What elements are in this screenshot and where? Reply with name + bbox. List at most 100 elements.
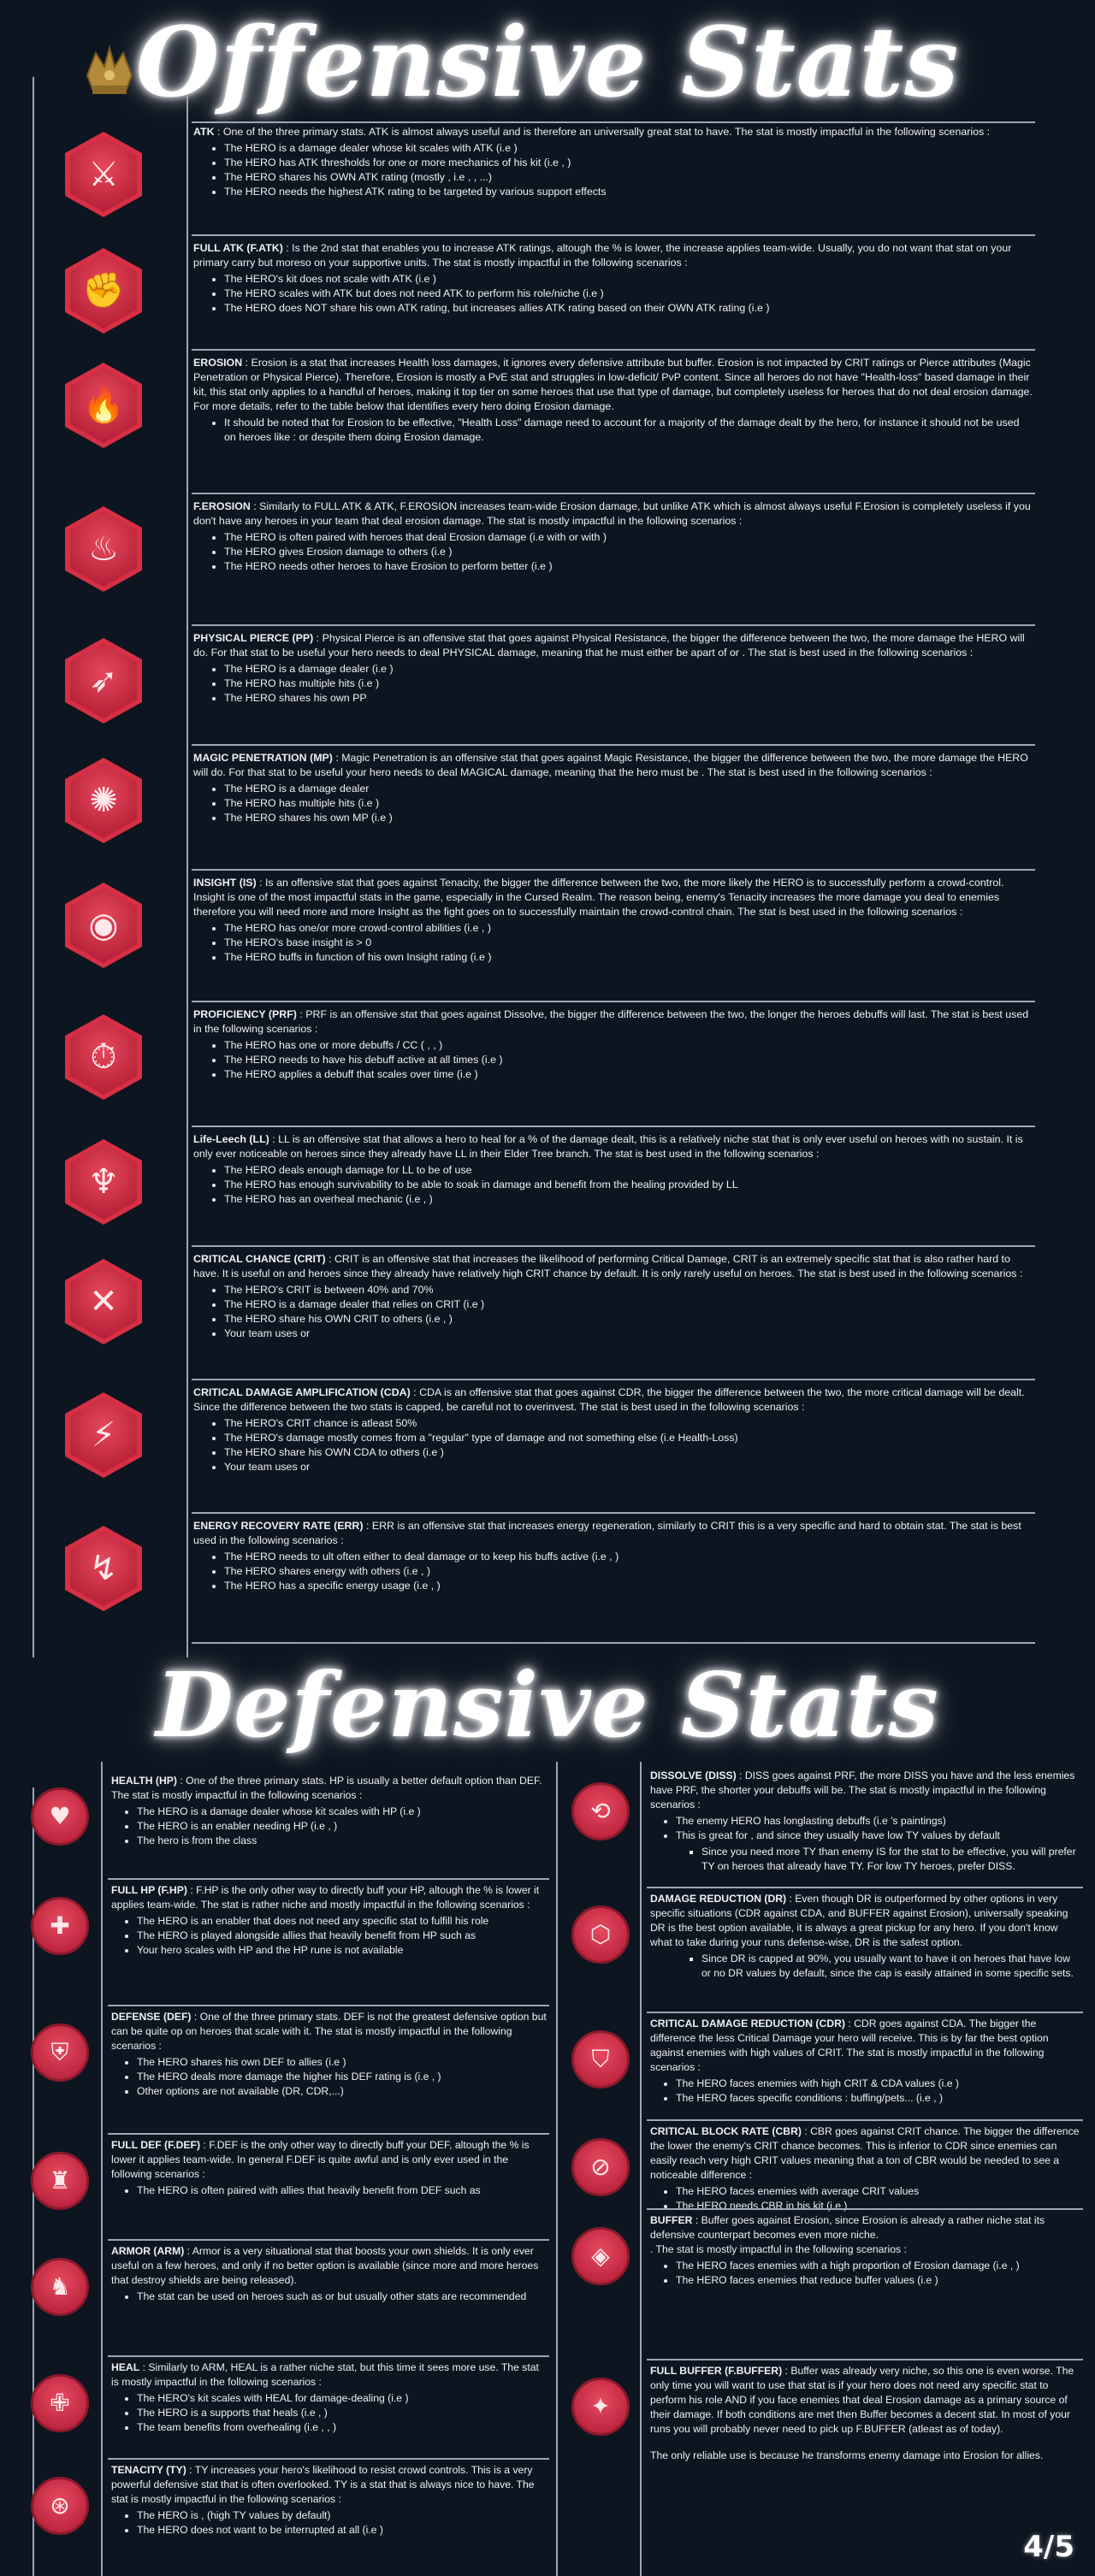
sub-scenario-list: Since DR is capped at 90%, you usually w… <box>676 1952 1081 1981</box>
crit-damage-reduction-icon: ⛉ <box>571 2030 630 2089</box>
scenario-list: The HERO is an enabler that does not nee… <box>111 1914 548 1958</box>
scenario-item: The HERO's damage mostly comes from a "r… <box>224 1431 1033 1445</box>
stat-desc-text: Similarly to ARM, HEAL is a rather niche… <box>111 2361 539 2388</box>
stat-description: F.EROSION : Similarly to FULL ATK & ATK,… <box>193 499 1033 529</box>
stat-description: CRITICAL BLOCK RATE (CBR) : CBR goes aga… <box>650 2124 1081 2183</box>
stat-name: DEFENSE (DEF) <box>111 2011 192 2023</box>
section-divider <box>192 1245 1035 1247</box>
scenario-item: The HERO faces enemies that reduce buffe… <box>676 2273 1081 2288</box>
stat-name: ATK <box>193 126 215 138</box>
scenario-item: The HERO has ATK thresholds for one or m… <box>224 156 1033 170</box>
scenario-item: Since DR is capped at 90%, you usually w… <box>676 1952 1081 1981</box>
stat-description: FULL HP (F.HP) : F.HP is the only other … <box>111 1883 548 1912</box>
name-separator: : <box>186 2464 195 2476</box>
scenario-list: The HERO needs to ult often either to de… <box>193 1550 1033 1593</box>
scenario-item: The HERO has an overheal mechanic (i.e ,… <box>224 1192 1033 1207</box>
section-divider <box>108 2458 549 2460</box>
stat-description: BUFFER : Buffer goes against Erosion, si… <box>650 2213 1081 2242</box>
stat-entry: DISSOLVE (DISS) : DISS goes against PRF,… <box>650 1769 1081 1874</box>
scenario-item: The HERO faces enemies with high CRIT & … <box>676 2077 1081 2091</box>
scenario-item: The HERO share his OWN CRIT to others (i… <box>224 1312 1033 1326</box>
section-divider <box>192 234 1035 236</box>
stat-desc-text: PRF is an offensive stat that goes again… <box>193 1008 1029 1035</box>
stat-extra-text: . The stat is mostly impactful in the fo… <box>650 2243 907 2255</box>
stat-name: FULL ATK (F.ATK) <box>193 242 283 254</box>
stat-name: MAGIC PENETRATION (MP) <box>193 752 333 764</box>
scenario-list: The HERO's kit does not scale with ATK (… <box>193 272 1033 316</box>
scenario-item: The HERO shares his OWN ATK rating (most… <box>224 170 1033 185</box>
defensive-stats-title: Defensive Stats <box>156 1652 939 1758</box>
stat-entry: Life-Leech (LL) : LL is an offensive sta… <box>193 1132 1033 1207</box>
stat-name: CRITICAL DAMAGE AMPLIFICATION (CDA) <box>193 1386 411 1398</box>
stat-desc-text: LL is an offensive stat that allows a he… <box>193 1133 1023 1160</box>
scenario-item: The team benefits from overhealing (i.e … <box>137 2420 548 2435</box>
scenario-item: The stat can be used on heroes such as o… <box>137 2289 548 2304</box>
name-separator: : <box>256 877 265 889</box>
stat-description: EROSION : Erosion is a stat that increas… <box>193 356 1033 414</box>
scenario-item: The HERO is often paired with heroes tha… <box>224 530 1033 545</box>
scenario-item: It should be noted that for Erosion to b… <box>224 416 1033 445</box>
stat-entry: PROFICIENCY (PRF) : PRF is an offensive … <box>193 1007 1033 1082</box>
scenario-item: The enemy HERO has longlasting debuffs (… <box>676 1814 1081 1829</box>
stat-name: FULL DEF (F.DEF) <box>111 2139 201 2151</box>
scenario-item: The HERO deals enough damage for LL to b… <box>224 1163 1033 1178</box>
scenario-item: The HERO is a damage dealer whose kit sc… <box>137 1805 548 1819</box>
scenario-item: The HERO faces specific conditions : buf… <box>676 2091 1081 2106</box>
scenario-item: The HERO's kit does not scale with ATK (… <box>224 272 1033 287</box>
offensive-stats-title: Offensive Stats <box>135 7 960 119</box>
scenario-item: The HERO faces enemies with average CRIT… <box>676 2184 1081 2199</box>
name-separator: : <box>191 2011 200 2023</box>
section-divider <box>647 2208 1083 2210</box>
stat-entry: PHYSICAL PIERCE (PP) : Physical Pierce i… <box>193 631 1033 706</box>
name-separator: : <box>363 1520 372 1532</box>
section-divider <box>192 1126 1035 1127</box>
stat-entry: EROSION : Erosion is a stat that increas… <box>193 356 1033 445</box>
name-separator: : <box>214 126 223 138</box>
sub-scenario-item: Since you need more TY than enemy IS for… <box>701 1845 1081 1874</box>
stat-note: The only reliable use is because he tran… <box>650 2449 1044 2461</box>
energy-recovery-icon: ↯ <box>65 1526 142 1611</box>
stat-desc-text: Is an offensive stat that goes against T… <box>193 877 1004 918</box>
stat-entry: F.EROSION : Similarly to FULL ATK & ATK,… <box>193 499 1033 574</box>
stat-name: CRITICAL CHANCE (CRIT) <box>193 1253 326 1265</box>
scenario-item: The HERO's CRIT is between 40% and 70% <box>224 1283 1033 1297</box>
stat-entry: FULL HP (F.HP) : F.HP is the only other … <box>111 1883 548 1958</box>
stat-entry: INSIGHT (IS) : Is an offensive stat that… <box>193 876 1033 965</box>
stat-description: FULL ATK (F.ATK) : Is the 2nd stat that … <box>193 241 1033 270</box>
stat-entry: ARMOR (ARM) : Armor is a very situationa… <box>111 2244 548 2304</box>
offensive-left-rule <box>33 77 34 1657</box>
crit-block-icon: ⊘ <box>571 2138 630 2196</box>
section-divider <box>192 1001 1035 1002</box>
scenario-list: The HERO faces enemies with high CRIT & … <box>650 2077 1081 2106</box>
section-divider <box>192 744 1035 746</box>
section-divider <box>108 2355 549 2357</box>
stat-description: DEFENSE (DEF) : One of the three primary… <box>111 2010 548 2053</box>
heal-icon: ✙ <box>31 2374 89 2432</box>
sub-scenario-item: Since DR is capped at 90%, you usually w… <box>701 1952 1081 1981</box>
stat-name: PROFICIENCY (PRF) <box>193 1008 297 1020</box>
stat-desc-text: Buffer goes against Erosion, since Erosi… <box>650 2214 1045 2241</box>
name-separator: : <box>186 1884 197 1896</box>
full-hp-icon: ✚ <box>31 1897 89 1955</box>
stat-entry: CRITICAL DAMAGE AMPLIFICATION (CDA) : CD… <box>193 1385 1033 1474</box>
helmet-logo-icon <box>86 44 133 94</box>
sub-scenario-list: Since you need more TY than enemy IS for… <box>676 1845 1081 1874</box>
defensive-left-inner-rule <box>101 1762 103 2576</box>
stat-entry: ENERGY RECOVERY RATE (ERR) : ERR is an o… <box>193 1519 1033 1593</box>
section-divider <box>192 1512 1035 1514</box>
scenario-list: The HERO shares his own DEF to allies (i… <box>111 2055 548 2099</box>
stat-description: TENACITY (TY) : TY increases your hero's… <box>111 2463 548 2507</box>
scenario-item: The HERO is a damage dealer <box>224 782 1033 796</box>
stat-name: HEAL <box>111 2361 140 2373</box>
page-number: 4/5 <box>1023 2530 1074 2564</box>
stat-name: CRITICAL BLOCK RATE (CBR) <box>650 2125 802 2137</box>
stat-description: INSIGHT (IS) : Is an offensive stat that… <box>193 876 1033 919</box>
scenario-list: The HERO is a damage dealer (i.e )The HE… <box>193 662 1033 706</box>
stat-name: CRITICAL DAMAGE REDUCTION (CDR) <box>650 2018 845 2029</box>
name-separator: : <box>844 2018 855 2029</box>
name-separator: : <box>786 1893 796 1905</box>
scenario-list: The stat can be used on heroes such as o… <box>111 2289 548 2304</box>
scenario-item: The HERO is a supports that heals (i.e ,… <box>137 2406 548 2420</box>
stat-description: CRITICAL DAMAGE AMPLIFICATION (CDA) : CD… <box>193 1385 1033 1415</box>
stat-desc-text: Erosion is a stat that increases Health … <box>193 357 1033 412</box>
